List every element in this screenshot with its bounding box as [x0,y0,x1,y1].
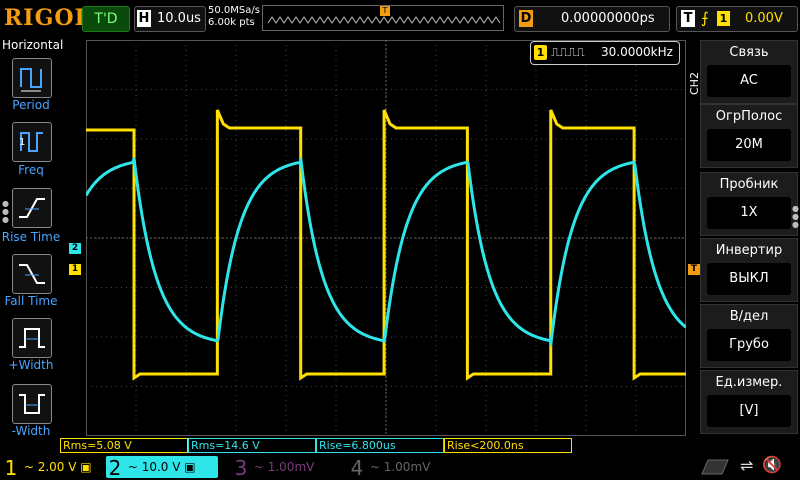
rising-edge-icon: ⨍ [701,9,709,27]
trigger-key: T [681,10,695,27]
menu-units[interactable]: Ед.измер. [V] [700,370,798,434]
menu-units-title: Ед.измер. [715,375,783,390]
trigger-level: 0.00V [745,11,783,26]
ch2-number: 2 [108,455,122,480]
freq-icon: 1 [19,132,43,152]
rise-time-button[interactable] [12,188,52,228]
menu-bandwidth-limit[interactable]: ОгрПолос 20M [700,104,798,168]
positive-width-button[interactable] [12,318,52,358]
rise-time-label: Rise Time [1,230,61,244]
fall-time-label: Fall Time [4,294,58,308]
ch2-scale: 10.0 V [141,460,181,474]
sample-rate: 50.0MSa/s [208,5,260,16]
fall-time-icon [19,264,45,284]
usb-icon: ⇌ [740,456,754,475]
ch2-bw-icon: ▣ [184,460,196,474]
ch2-coupling: ~ [127,460,138,474]
menu-volts-div-title: В/дел [729,309,769,324]
freq-button[interactable]: 1 [12,122,52,162]
positive-width-label: +Width [8,358,54,372]
menu-coupling-value: AC [707,65,791,97]
ch1-bw-icon: ▣ [80,460,92,474]
negative-width-label: -Width [11,424,51,438]
ch1-scale: 2.00 V [37,460,77,474]
fall-time-button[interactable] [12,254,52,294]
ch4-status[interactable]: 4 ~ 1.00mV [348,455,458,480]
trigger-position-marker-top: T [380,6,390,16]
ch3-scale: 1.00mV [267,460,315,474]
measurement-item[interactable]: Rise<200.0ns [444,438,572,453]
ch4-scale: 1.00mV [383,460,431,474]
ch1-offset-marker[interactable]: 1 [69,264,81,275]
menu-probe-title: Пробник [719,177,779,192]
measurement-item[interactable]: Rms=5.08 V [60,438,188,453]
period-button[interactable] [12,58,52,98]
waveform-display[interactable] [84,40,687,436]
menu-bandwidth-title: ОгрПолос [715,109,783,124]
period-icon [20,68,42,92]
menu-units-value: [V] [707,395,791,427]
menu-coupling-title: Связь [729,45,769,60]
ch2-offset-marker[interactable]: 2 [69,243,81,254]
timebase-key: H [137,10,151,27]
period-label: Period [12,98,50,112]
signal-strip-icon [700,458,730,476]
run-state-badge[interactable]: T'D [82,6,130,32]
acquisition-info: 50.0MSa/s 6.00k pts [208,5,260,29]
ch3-number: 3 [234,455,248,480]
menu-invert-value: ВЫКЛ [707,263,791,295]
left-panel-page-dots[interactable]: ● ● ● [2,200,9,224]
delay-key: D [519,10,533,27]
trigger-box[interactable]: T ⨍ 1 0.00V [676,6,798,32]
menu-bandwidth-value: 20M [707,129,791,161]
ch1-coupling: ~ [23,460,34,474]
ch1-number: 1 [4,455,18,480]
brand-logo: RIGOL [4,5,91,31]
delay-value: 0.00000000ps [561,11,655,26]
negative-width-button[interactable] [12,384,52,424]
timebase-value: 10.0us [157,11,201,26]
menu-coupling[interactable]: Связь AC [700,40,798,104]
measurement-bar: Rms=5.08 V Rms=14.6 V Rise=6.800us Rise<… [60,438,700,453]
menu-invert-title: Инвертир [715,243,783,258]
menu-probe[interactable]: Пробник 1X [700,172,798,236]
frequency-readout: 1 ⎍⎍⎍⎍ 30.0000kHz [530,41,680,65]
trigger-level-marker[interactable]: T [688,264,700,275]
freq-label: Freq [18,163,44,177]
trigger-source: 1 [717,11,730,26]
svg-text:1: 1 [19,137,25,148]
positive-width-icon [19,328,45,348]
menu-invert[interactable]: Инвертир ВЫКЛ [700,238,798,302]
left-panel-title: Horizontal [2,38,64,52]
ch4-number: 4 [350,455,364,480]
measurement-item[interactable]: Rise=6.800us [316,438,444,453]
freq-value: 30.0000kHz [601,45,673,59]
freq-channel-badge: 1 [534,45,547,60]
timebase-box[interactable]: H 10.0us [134,6,206,32]
square-wave-icon: ⎍⎍⎍⎍ [551,45,585,59]
menu-volts-div-value: Грубо [707,329,791,361]
memory-depth: 6.00k pts [208,17,255,28]
menu-volts-div[interactable]: В/дел Грубо [700,304,798,368]
ch1-status[interactable]: 1 ~ 2.00 V ▣ [2,455,102,480]
menu-probe-value: 1X [707,197,791,229]
ch3-coupling: ~ [253,460,264,474]
ch3-status[interactable]: 3 ~ 1.00mV [232,455,342,480]
ch2-status[interactable]: 2 ~ 10.0 V ▣ [106,455,218,480]
right-menu-page-dots[interactable]: ● ● ● [792,205,799,229]
negative-width-icon [19,394,45,414]
speaker-mute-icon[interactable]: 🔇 [762,455,782,474]
delay-box[interactable]: D 0.00000000ps [514,6,670,32]
ch4-coupling: ~ [369,460,380,474]
rise-time-icon [19,198,45,218]
measurement-item[interactable]: Rms=14.6 V [188,438,316,453]
